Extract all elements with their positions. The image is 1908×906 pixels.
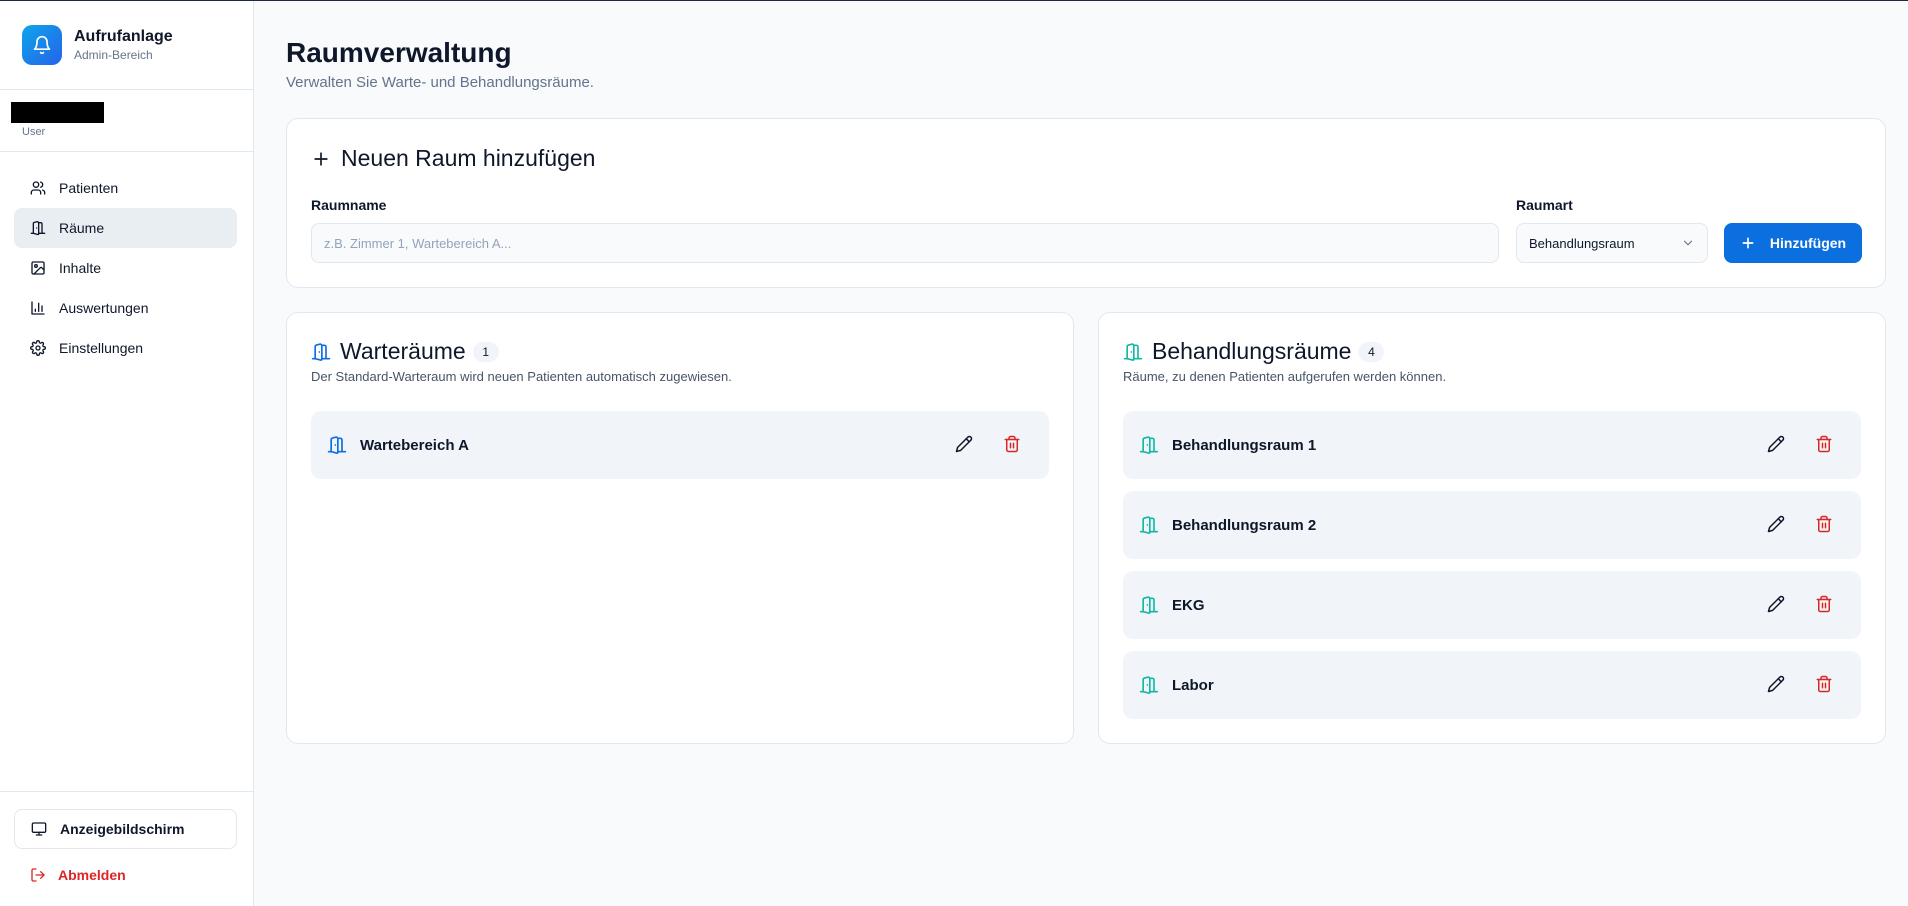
sidebar-item-raeume[interactable]: Räume <box>14 208 237 248</box>
bell-icon <box>22 25 62 65</box>
divider <box>0 151 254 152</box>
waiting-rooms-header: Warteräume 1 <box>311 338 499 365</box>
user-name-redacted <box>11 102 104 123</box>
users-icon <box>30 180 46 196</box>
monitor-icon <box>31 821 47 837</box>
door-icon <box>30 220 46 236</box>
waiting-rooms-card: Warteräume 1 Der Standard-Warteraum wird… <box>286 312 1074 744</box>
sidebar-item-label: Inhalte <box>59 260 102 276</box>
treatment-rooms-description: Räume, zu denen Patienten aufgerufen wer… <box>1123 369 1447 384</box>
plus-icon <box>311 149 331 169</box>
gear-icon <box>30 340 46 356</box>
pencil-icon[interactable] <box>1767 675 1787 695</box>
treatment-rooms-title: Behandlungsräume <box>1152 338 1352 364</box>
room-type-value: Behandlungsraum <box>1529 235 1635 251</box>
door-icon <box>1139 675 1159 695</box>
sidebar: Aufrufanlage Admin-Bereich User Patiente… <box>0 1 254 906</box>
logout-icon <box>30 867 46 883</box>
sidebar-item-inhalte[interactable]: Inhalte <box>14 248 237 288</box>
treatment-rooms-card: Behandlungsräume 4 Räume, zu denen Patie… <box>1098 312 1886 744</box>
door-icon <box>1139 435 1159 455</box>
room-row: Behandlungsraum 2 <box>1123 491 1861 559</box>
treatment-rooms-list: Behandlungsraum 1 Behandlungsraum 2 EKG … <box>1123 411 1861 731</box>
chevron-down-icon <box>1681 236 1695 250</box>
display-screen-button[interactable]: Anzeigebildschirm <box>14 809 237 849</box>
room-row: Labor <box>1123 651 1861 719</box>
sidebar-item-patienten[interactable]: Patienten <box>14 168 237 208</box>
sidebar-item-auswertungen[interactable]: Auswertungen <box>14 288 237 328</box>
trash-icon[interactable] <box>1003 435 1023 455</box>
trash-icon[interactable] <box>1815 675 1835 695</box>
trash-icon[interactable] <box>1815 595 1835 615</box>
trash-icon[interactable] <box>1815 515 1835 535</box>
room-type-label: Raumart <box>1516 197 1573 213</box>
door-icon <box>327 435 347 455</box>
plus-icon <box>1740 235 1756 251</box>
room-name: Behandlungsraum 2 <box>1172 516 1317 534</box>
count-badge: 1 <box>472 341 499 362</box>
room-name-input[interactable] <box>311 223 1499 263</box>
room-type-select[interactable]: Behandlungsraum <box>1516 223 1708 263</box>
pencil-icon[interactable] <box>1767 435 1787 455</box>
room-row: EKG <box>1123 571 1861 639</box>
room-name: Wartebereich A <box>360 436 469 454</box>
brand-subtitle: Admin-Bereich <box>74 48 153 62</box>
sidebar-item-label: Auswertungen <box>59 300 149 316</box>
waiting-rooms-list: Wartebereich A <box>311 411 1049 491</box>
logout-label: Abmelden <box>58 867 126 883</box>
waiting-rooms-title: Warteräume <box>340 338 466 364</box>
pencil-icon[interactable] <box>1767 515 1787 535</box>
user-info: User <box>11 102 104 138</box>
divider <box>0 89 254 90</box>
room-name: EKG <box>1172 596 1205 614</box>
pencil-icon[interactable] <box>955 435 975 455</box>
room-name: Labor <box>1172 676 1214 694</box>
add-room-button-label: Hinzufügen <box>1769 235 1847 251</box>
pencil-icon[interactable] <box>1767 595 1787 615</box>
user-role: User <box>22 126 46 138</box>
room-name-label: Raumname <box>311 197 387 213</box>
sidebar-item-einstellungen[interactable]: Einstellungen <box>14 328 237 368</box>
add-room-card: Neuen Raum hinzufügen Raumname Raumart B… <box>286 118 1886 288</box>
door-icon <box>1139 515 1159 535</box>
bar-chart-icon <box>30 300 46 316</box>
door-icon <box>311 342 331 362</box>
divider <box>0 791 254 792</box>
brand: Aufrufanlage Admin-Bereich <box>22 25 173 65</box>
add-room-title: Neuen Raum hinzufügen <box>311 145 595 172</box>
count-badge: 4 <box>1358 341 1385 362</box>
sidebar-item-label: Räume <box>59 220 105 236</box>
trash-icon[interactable] <box>1815 435 1835 455</box>
waiting-rooms-description: Der Standard-Warteraum wird neuen Patien… <box>311 369 732 384</box>
display-screen-label: Anzeigebildschirm <box>60 821 185 837</box>
room-row: Wartebereich A <box>311 411 1049 479</box>
treatment-rooms-header: Behandlungsräume 4 <box>1123 338 1385 365</box>
sidebar-item-label: Einstellungen <box>59 340 144 356</box>
page-subtitle: Verwalten Sie Warte- und Behandlungsräum… <box>286 74 594 91</box>
add-room-title-text: Neuen Raum hinzufügen <box>341 145 596 171</box>
logout-button[interactable]: Abmelden <box>30 867 126 883</box>
page-title: Raumverwaltung <box>286 37 512 68</box>
brand-title: Aufrufanlage <box>74 28 173 45</box>
room-name: Behandlungsraum 1 <box>1172 436 1317 454</box>
sidebar-nav: Patienten Räume Inhalte Auswertungen Ein… <box>14 168 237 368</box>
room-row: Behandlungsraum 1 <box>1123 411 1861 479</box>
door-icon <box>1123 342 1143 362</box>
add-room-button[interactable]: Hinzufügen <box>1724 223 1862 263</box>
sidebar-item-label: Patienten <box>59 180 119 196</box>
door-icon <box>1139 595 1159 615</box>
image-icon <box>30 260 46 276</box>
